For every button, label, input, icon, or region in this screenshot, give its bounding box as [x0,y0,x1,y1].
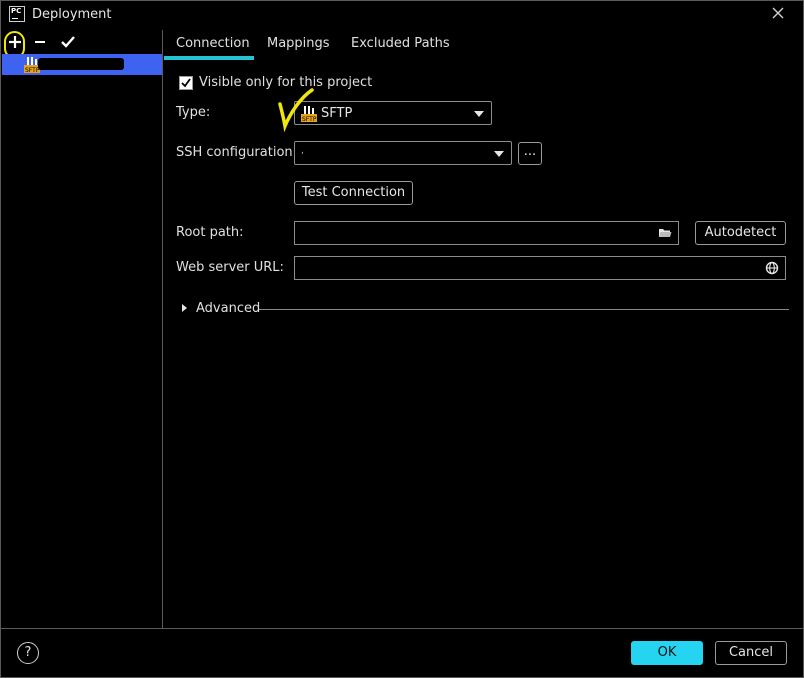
ssh-browse-button[interactable]: ... [518,142,542,165]
close-icon[interactable] [771,6,785,20]
test-connection-button[interactable]: Test Connection [294,181,413,205]
tab-mappings[interactable]: Mappings [267,36,330,51]
server-item-sftp[interactable]: SFTP [2,54,162,75]
app-icon-text: PC [11,7,22,15]
ssh-config-label: SSH configuration: [176,145,298,160]
active-tab-indicator [164,56,254,60]
advanced-toggle[interactable]: Advanced [196,301,260,316]
app-icon: PC [9,6,25,22]
redacted-server-name [38,58,124,70]
type-value: SFTP [321,106,353,121]
footer-divider [1,628,803,629]
title-bar: PC Deployment [0,0,804,30]
plus-icon[interactable] [6,32,24,52]
tab-bar: Connection Mappings Excluded Paths [164,30,802,60]
tab-excluded-paths[interactable]: Excluded Paths [351,36,450,51]
web-url-field[interactable] [294,256,786,280]
dropdown-arrow-icon [474,111,484,117]
dropdown-arrow-icon [494,151,504,157]
visible-only-checkbox[interactable] [179,76,193,90]
folder-icon[interactable] [658,226,672,240]
window-title: Deployment [32,7,112,22]
ssh-config-dropdown[interactable]: , [294,141,512,165]
minus-icon[interactable] [31,32,49,52]
web-url-label: Web server URL: [176,260,284,275]
tab-connection[interactable]: Connection [176,36,250,51]
root-path-label: Root path: [176,225,244,240]
ssh-config-value: , [301,146,304,156]
server-list-panel: SFTP [1,30,163,628]
globe-icon[interactable] [765,261,779,275]
help-icon[interactable]: ? [17,642,39,664]
ok-button[interactable]: OK [631,641,703,665]
check-icon[interactable] [59,32,77,52]
cancel-button[interactable]: Cancel [715,641,787,665]
checkbox-check-icon [181,78,191,88]
advanced-divider [259,309,789,310]
expand-arrow-icon[interactable] [182,304,187,312]
type-dropdown[interactable]: SFTP SFTP [294,101,492,125]
autodetect-button[interactable]: Autodetect [695,221,786,245]
type-label: Type: [176,105,211,120]
root-path-field[interactable] [294,221,679,245]
annotation-checkmark [278,88,314,132]
